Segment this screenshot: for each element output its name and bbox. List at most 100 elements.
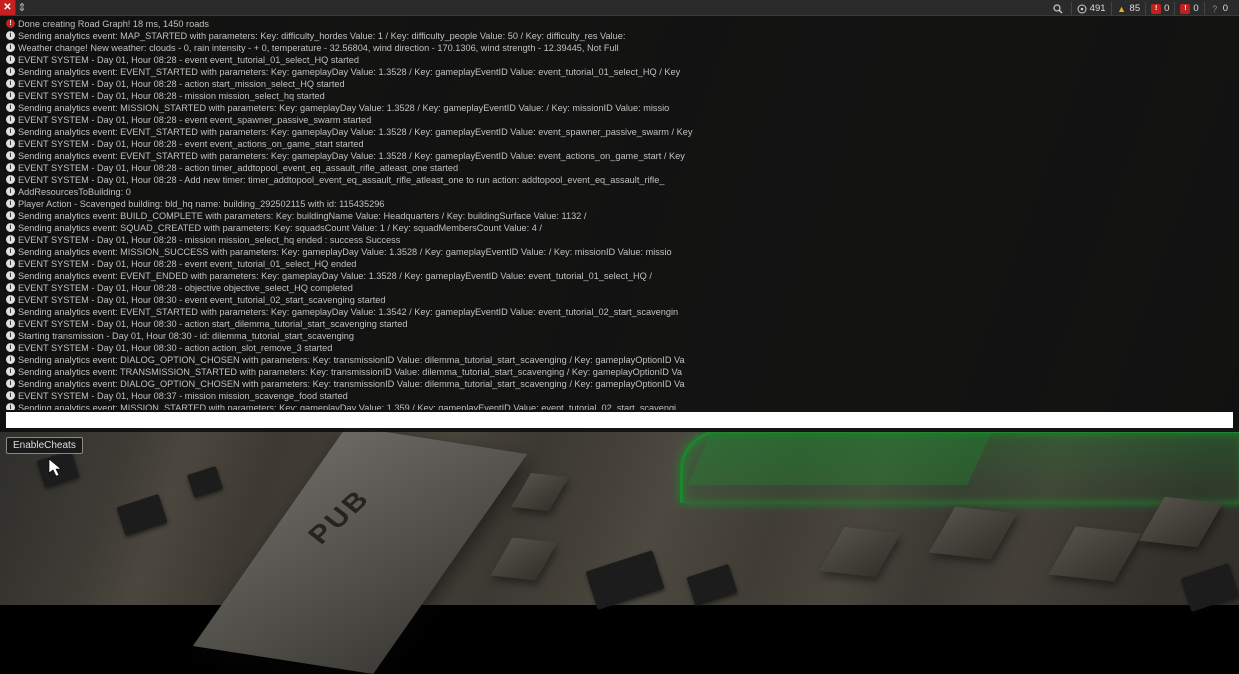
info-icon: i (6, 187, 15, 196)
log-text: AddResourcesToBuilding: 0 (18, 186, 131, 198)
log-line: iEVENT SYSTEM - Day 01, Hour 08:37 - mis… (6, 390, 1239, 402)
log-line: iSending analytics event: EVENT_STARTED … (6, 126, 1239, 138)
status-error-b-count: 0 (1193, 3, 1198, 14)
status-info-count: 491 (1090, 3, 1106, 14)
rubble (187, 466, 223, 498)
log-line: iSending analytics event: DIALOG_OPTION_… (6, 378, 1239, 390)
status-warnings[interactable]: ▲ 85 (1111, 2, 1146, 15)
info-icon: i (6, 331, 15, 340)
info-icon: i (6, 355, 15, 364)
log-line: iSending analytics event: EVENT_STARTED … (6, 66, 1239, 78)
error-icon: ! (1151, 4, 1161, 14)
log-line: iEVENT SYSTEM - Day 01, Hour 08:28 - eve… (6, 258, 1239, 270)
log-text: EVENT SYSTEM - Day 01, Hour 08:28 - Add … (18, 174, 664, 186)
build-zone-outline (680, 430, 1239, 503)
info-icon: i (6, 67, 15, 76)
console-input[interactable] (6, 412, 1233, 428)
log-line: iEVENT SYSTEM - Day 01, Hour 08:28 - eve… (6, 138, 1239, 150)
console-expand-button[interactable]: ⇕ (16, 0, 28, 15)
log-line: iEVENT SYSTEM - Day 01, Hour 08:28 - eve… (6, 114, 1239, 126)
developer-console: ✕ ⇕ !Done creating Road Graph! 18 ms, 14… (0, 0, 1239, 432)
log-line: !Done creating Road Graph! 18 ms, 1450 r… (6, 18, 1239, 30)
log-text: EVENT SYSTEM - Day 01, Hour 08:30 - acti… (18, 342, 332, 354)
log-text: Sending analytics event: MISSION_STARTED… (18, 402, 676, 410)
info-icon: i (6, 211, 15, 220)
building-sign: PUB (301, 484, 377, 550)
info-icon: i (6, 163, 15, 172)
search-icon (1053, 4, 1063, 14)
status-bar: 491 ▲ 85 ! 0 ! 0 ? 0 (1048, 2, 1233, 15)
error-icon: ! (6, 19, 15, 28)
search-button[interactable] (1048, 2, 1071, 15)
info-icon: i (6, 343, 15, 352)
log-text: EVENT SYSTEM - Day 01, Hour 08:37 - miss… (18, 390, 348, 402)
info-icon: i (6, 271, 15, 280)
log-text: EVENT SYSTEM - Day 01, Hour 08:28 - even… (18, 114, 371, 126)
info-icon: i (6, 391, 15, 400)
status-errors-b[interactable]: ! 0 (1174, 2, 1203, 15)
info-icon: i (6, 283, 15, 292)
log-line: iSending analytics event: EVENT_STARTED … (6, 306, 1239, 318)
log-line: iEVENT SYSTEM - Day 01, Hour 08:28 - act… (6, 78, 1239, 90)
debris-shed (819, 527, 901, 577)
log-text: Sending analytics event: MAP_STARTED wit… (18, 30, 625, 42)
log-line: iSending analytics event: MISSION_SUCCES… (6, 246, 1239, 258)
log-text: Sending analytics event: TRANSMISSION_ST… (18, 366, 682, 378)
log-text: EVENT SYSTEM - Day 01, Hour 08:28 - acti… (18, 162, 458, 174)
warning-icon: ▲ (1117, 4, 1127, 14)
log-text: EVENT SYSTEM - Day 01, Hour 08:28 - even… (18, 258, 356, 270)
debris-shed (1139, 497, 1223, 548)
info-bubble-icon (1077, 4, 1087, 14)
log-text: EVENT SYSTEM - Day 01, Hour 08:28 - acti… (18, 78, 345, 90)
log-line: iPlayer Action - Scavenged building: bld… (6, 198, 1239, 210)
info-icon: i (6, 235, 15, 244)
rubble (686, 564, 737, 606)
info-icon: i (6, 259, 15, 268)
log-line: iAddResourcesToBuilding: 0 (6, 186, 1239, 198)
log-text: Sending analytics event: BUILD_COMPLETE … (18, 210, 586, 222)
info-icon: i (6, 403, 15, 410)
status-errors-a[interactable]: ! 0 (1145, 2, 1174, 15)
log-line: iSending analytics event: BUILD_COMPLETE… (6, 210, 1239, 222)
log-text: Sending analytics event: DIALOG_OPTION_C… (18, 354, 685, 366)
log-text: EVENT SYSTEM - Day 01, Hour 08:30 - even… (18, 294, 386, 306)
status-error-a-count: 0 (1164, 3, 1169, 14)
log-line: iSending analytics event: EVENT_STARTED … (6, 150, 1239, 162)
log-text: Sending analytics event: EVENT_STARTED w… (18, 150, 685, 162)
info-icon: i (6, 43, 15, 52)
log-line: iEVENT SYSTEM - Day 01, Hour 08:28 - Add… (6, 174, 1239, 186)
rubble (116, 494, 167, 536)
status-help[interactable]: ? 0 (1204, 2, 1233, 15)
log-text: Sending analytics event: EVENT_ENDED wit… (18, 270, 652, 282)
building-pub[interactable]: PUB (193, 426, 527, 674)
log-text: EVENT SYSTEM - Day 01, Hour 08:28 - even… (18, 54, 359, 66)
log-text: Sending analytics event: MISSION_STARTED… (18, 102, 669, 114)
debris-shed (511, 473, 568, 511)
log-text: EVENT SYSTEM - Day 01, Hour 08:28 - obje… (18, 282, 353, 294)
info-icon: i (6, 319, 15, 328)
info-icon: i (6, 367, 15, 376)
log-text: Sending analytics event: MISSION_SUCCESS… (18, 246, 672, 258)
info-icon: i (6, 307, 15, 316)
info-icon: i (6, 151, 15, 160)
console-close-button[interactable]: ✕ (0, 0, 16, 15)
log-text: Sending analytics event: DIALOG_OPTION_C… (18, 378, 685, 390)
log-text: EVENT SYSTEM - Day 01, Hour 08:28 - miss… (18, 90, 325, 102)
log-line: iWeather change! New weather: clouds - 0… (6, 42, 1239, 54)
info-icon: i (6, 223, 15, 232)
log-text: Starting transmission - Day 01, Hour 08:… (18, 330, 354, 342)
autocomplete-tooltip[interactable]: EnableCheats (6, 437, 83, 454)
rubble (586, 550, 665, 610)
info-icon: i (6, 91, 15, 100)
log-text: Player Action - Scavenged building: bld_… (18, 198, 384, 210)
log-line: iEVENT SYSTEM - Day 01, Hour 08:28 - mis… (6, 90, 1239, 102)
log-line: iSending analytics event: MISSION_STARTE… (6, 102, 1239, 114)
log-line: iEVENT SYSTEM - Day 01, Hour 08:28 - mis… (6, 234, 1239, 246)
info-icon: i (6, 31, 15, 40)
question-icon: ? (1210, 4, 1220, 14)
log-text: Sending analytics event: EVENT_STARTED w… (18, 126, 692, 138)
status-info[interactable]: 491 (1071, 2, 1111, 15)
log-line: iEVENT SYSTEM - Day 01, Hour 08:30 - act… (6, 318, 1239, 330)
console-log[interactable]: !Done creating Road Graph! 18 ms, 1450 r… (0, 16, 1239, 410)
status-warning-count: 85 (1130, 3, 1141, 14)
